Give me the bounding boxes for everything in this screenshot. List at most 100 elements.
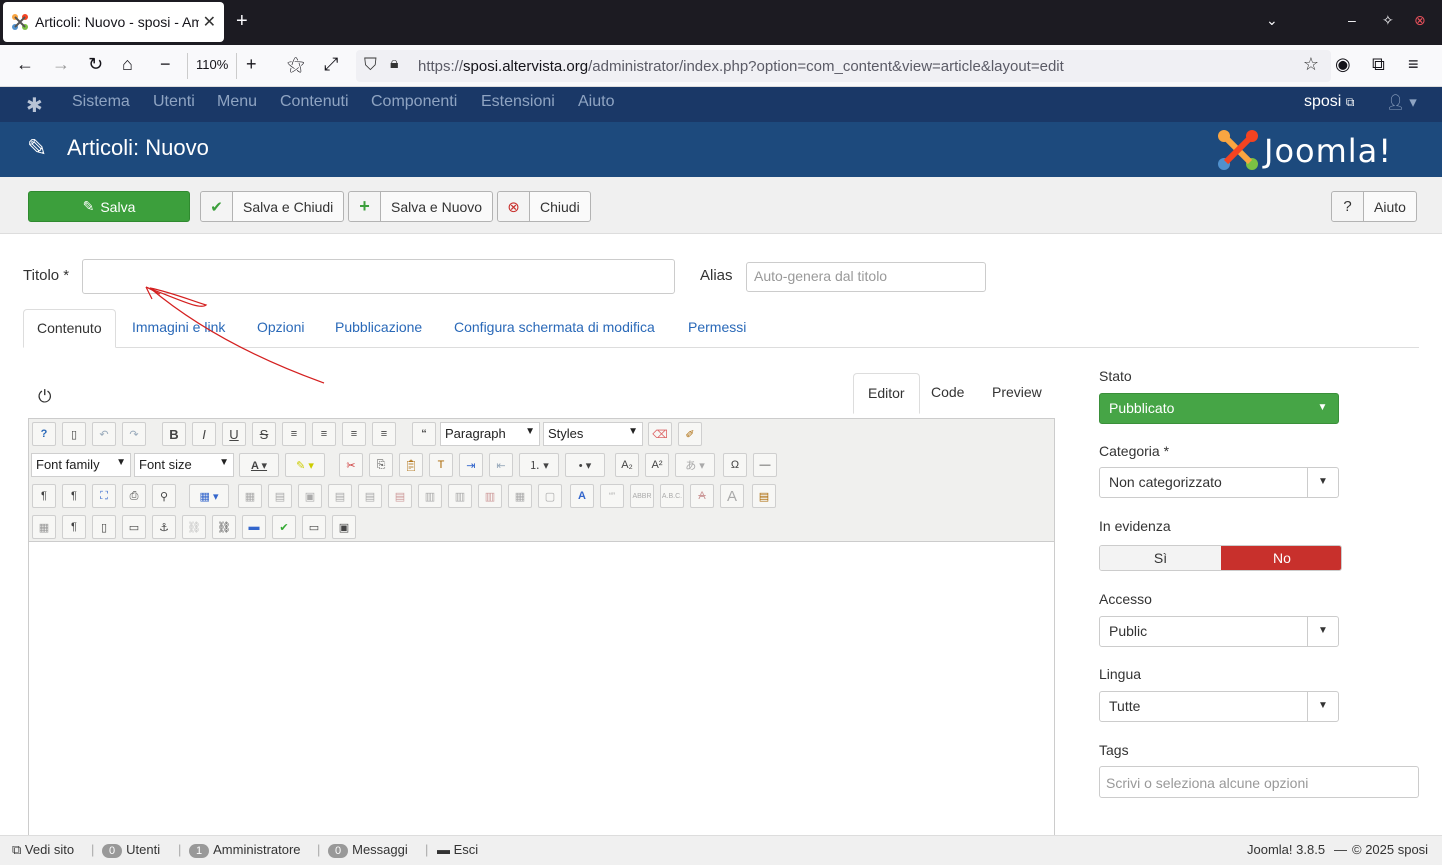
stato-select[interactable]: Pubblicato ▼ — [1099, 393, 1339, 424]
link-icon[interactable]: ⛓ — [212, 515, 236, 539]
users-status[interactable]: 0 Utenti — [102, 842, 160, 858]
evidenza-si-option[interactable]: Sì — [1100, 546, 1221, 570]
table-icon[interactable]: ▦ ▾ — [189, 484, 229, 508]
reload-icon[interactable]: ↻ — [88, 54, 103, 75]
back-icon[interactable]: ← — [16, 54, 34, 75]
logout-link[interactable]: ▬ Esci — [437, 842, 478, 857]
view-site-link[interactable]: ⧉ Vedi sito — [12, 842, 74, 858]
unlink-icon[interactable]: ⛓ — [182, 515, 206, 539]
format-select[interactable]: Paragraph ▼ — [440, 422, 540, 446]
code-sample-icon[interactable]: ▣ — [332, 515, 356, 539]
url-text[interactable]: https://sposi.altervista.org/administrat… — [418, 58, 1064, 75]
new-document-icon[interactable]: ▯ — [62, 422, 86, 446]
insert-col-before-icon[interactable]: ▥ — [418, 484, 442, 508]
new-tab-icon[interactable]: + — [236, 10, 248, 33]
menu-aiuto[interactable]: Aiuto — [578, 93, 614, 111]
print-icon[interactable]: ⎙ — [122, 484, 146, 508]
tab-editor[interactable]: Editor — [853, 373, 920, 414]
delete-row-icon[interactable]: ▤ — [388, 484, 412, 508]
menu-contenuti[interactable]: Contenuti — [280, 93, 349, 111]
superscript-icon[interactable]: A² — [645, 453, 669, 477]
italic-icon[interactable]: I — [192, 422, 216, 446]
zoom-out-icon[interactable]: − — [160, 54, 171, 75]
tab-list-chevron-icon[interactable]: ⌄ — [1266, 12, 1278, 29]
underline-icon[interactable]: U — [222, 422, 246, 446]
visual-aid-icon[interactable]: ▦ — [32, 515, 56, 539]
close-tab-icon[interactable]: ✕ — [203, 12, 216, 32]
copy-icon[interactable]: ⎘ — [369, 453, 393, 477]
fullscreen-icon[interactable]: ⤢ — [324, 54, 338, 75]
bookmark-star-icon[interactable]: ☆ — [1303, 54, 1319, 75]
tab-preview[interactable]: Preview — [978, 373, 1056, 414]
tab-configura[interactable]: Configura schermata di modifica — [441, 309, 668, 348]
template-icon[interactable]: ▯ — [92, 515, 116, 539]
font-size-select[interactable]: Font size ▼ — [134, 453, 234, 477]
lock-icon[interactable]: 🔒︎ — [390, 55, 399, 73]
split-cells-icon[interactable]: ▦ — [508, 484, 532, 508]
alias-input[interactable]: Auto-genera dal titolo — [746, 262, 986, 292]
table-props-icon[interactable]: ▦ — [238, 484, 262, 508]
fullscreen-editor-icon[interactable]: ⛶ — [92, 484, 116, 508]
strikethrough-icon[interactable]: S — [252, 422, 276, 446]
image-icon[interactable]: ▬ — [242, 515, 266, 539]
font-style-icon[interactable]: A — [570, 484, 594, 508]
address-bar[interactable]: ⛉ 🔒︎ https://sposi.altervista.org/admini… — [356, 50, 1331, 82]
table-cell-props-icon[interactable]: ▣ — [298, 484, 322, 508]
tab-immagini-link[interactable]: Immagini e link — [119, 309, 238, 348]
bold-icon[interactable]: B — [162, 422, 186, 446]
align-left-icon[interactable]: ≡ — [342, 422, 366, 446]
table-row-props-icon[interactable]: ▤ — [268, 484, 292, 508]
extension-icon[interactable]: ⚝ — [287, 54, 305, 75]
attributes-icon[interactable]: ▤ — [752, 484, 776, 508]
merge-cells-icon[interactable]: ▢ — [538, 484, 562, 508]
save-close-button[interactable]: ✔ Salva e Chiudi — [200, 191, 345, 222]
messages-status[interactable]: 0 Messaggi — [328, 842, 408, 858]
home-icon[interactable]: ⌂ — [122, 54, 133, 75]
align-right-icon[interactable]: ≡ — [372, 422, 396, 446]
undo-icon[interactable]: ↶ — [92, 422, 116, 446]
search-replace-icon[interactable]: ⚲ — [152, 484, 176, 508]
cut-icon[interactable]: ✂ — [339, 453, 363, 477]
browser-tab[interactable]: Articoli: Nuovo - sposi - Am ✕ — [3, 2, 224, 42]
tab-contenuto[interactable]: Contenuto — [23, 309, 116, 348]
paste-icon[interactable]: 📋︎ — [399, 453, 423, 477]
paste-text-icon[interactable]: T — [429, 453, 453, 477]
cite-icon[interactable]: “” — [600, 484, 624, 508]
rtl-icon[interactable]: ¶ — [62, 484, 86, 508]
abbr-icon[interactable]: ABBR — [630, 484, 654, 508]
indent-icon[interactable]: ⇥ — [459, 453, 483, 477]
extensions-icon[interactable]: ⧉ — [1372, 54, 1385, 75]
close-button[interactable]: ⊗ Chiudi — [497, 191, 591, 222]
numbered-list-icon[interactable]: ⒈ ▾ — [519, 453, 559, 477]
title-input[interactable] — [82, 259, 675, 294]
toggle-editor-power-icon[interactable]: ⏻ — [38, 387, 51, 407]
restore-icon[interactable]: ✧ — [1382, 12, 1394, 29]
align-center-icon[interactable]: ≡ — [312, 422, 336, 446]
menu-sistema[interactable]: Sistema — [72, 93, 130, 111]
menu-utenti[interactable]: Utenti — [153, 93, 195, 111]
subscript-icon[interactable]: A₂ — [615, 453, 639, 477]
insert-row-before-icon[interactable]: ▤ — [328, 484, 352, 508]
spellcheck-icon[interactable]: ✔ — [272, 515, 296, 539]
site-link[interactable]: sposi ⧉ — [1304, 93, 1354, 111]
menu-componenti[interactable]: Componenti — [371, 93, 457, 111]
deletion-icon[interactable]: A — [690, 484, 714, 508]
special-char-icon[interactable]: Ω — [723, 453, 747, 477]
tab-permessi[interactable]: Permessi — [675, 309, 759, 348]
user-menu-icon[interactable]: 👤︎ ▾ — [1386, 93, 1417, 111]
bullet-list-icon[interactable]: • ▾ — [565, 453, 605, 477]
anchor-icon[interactable]: ⚓ — [152, 515, 176, 539]
pagebreak-icon[interactable]: ▭ — [122, 515, 146, 539]
menu-menu[interactable]: Menu — [217, 93, 257, 111]
language-icon[interactable]: あ ▾ — [675, 453, 715, 477]
insert-col-after-icon[interactable]: ▥ — [448, 484, 472, 508]
account-icon[interactable]: ◉ — [1335, 54, 1351, 75]
insertion-icon[interactable]: A — [720, 484, 744, 508]
tab-code[interactable]: Code — [917, 373, 978, 414]
evidenza-no-option[interactable]: No — [1221, 546, 1341, 570]
lingua-select[interactable]: Tutte ▼ — [1099, 691, 1339, 722]
cleanup-broom-icon[interactable]: ✐ — [678, 422, 702, 446]
text-color-icon[interactable]: A ▾ — [239, 453, 279, 477]
blockquote-icon[interactable]: “ — [412, 422, 436, 446]
tab-pubblicazione[interactable]: Pubblicazione — [322, 309, 435, 348]
